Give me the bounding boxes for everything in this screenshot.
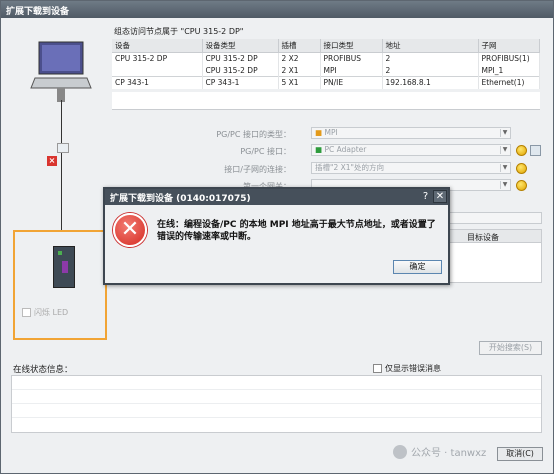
iface-label: PG/PC 接口：	[240, 147, 291, 156]
wechat-icon	[393, 444, 407, 459]
checkbox-icon	[373, 364, 382, 373]
cell: 2 X1	[278, 64, 321, 77]
col-header[interactable]: 地址	[382, 39, 479, 53]
properties-icon[interactable]	[516, 145, 527, 156]
errors-only-checkbox[interactable]: 仅显示错误消息	[373, 363, 441, 374]
plc-port	[62, 261, 68, 273]
table-row[interactable]: CPU 315-2 DP CPU 315-2 DP 2 X2 PROFIBUS …	[112, 52, 540, 65]
window-title: 扩展下载到设备	[6, 7, 70, 17]
chevron-down-icon: ▼	[500, 129, 509, 137]
table-row[interactable]: CP 343-1 CP 343-1 5 X1 PN/IE 192.168.8.1…	[112, 76, 540, 89]
cell: 2	[382, 64, 479, 77]
iface-type-select[interactable]: ■ MPI ▼	[311, 127, 511, 139]
chevron-down-icon: ▼	[500, 164, 509, 172]
connector-icon	[57, 143, 69, 153]
cell: Ethernet(1)	[478, 76, 540, 89]
cell: CP 343-1	[112, 76, 203, 89]
cell: PROFIBUS(1)	[478, 52, 540, 65]
nodes-caption: 组态访问节点属于 "CPU 315-2 DP"	[114, 27, 244, 36]
list-item	[12, 376, 541, 390]
dialog-titlebar: 扩展下载到设备 (0140:017075)	[105, 189, 448, 205]
blink-led-label: 闪烁 LED	[34, 308, 69, 317]
nodes-table-empty-area	[112, 92, 540, 110]
target-device-header: 目标设备	[449, 229, 542, 243]
nodes-table: 设备 设备类型 插槽 接口类型 地址 子网 CPU 315-2 DP CPU 3…	[112, 39, 540, 89]
chevron-down-icon: ▼	[500, 181, 509, 189]
diagnostics-icon[interactable]	[530, 145, 541, 156]
cell: 2	[382, 52, 479, 65]
close-icon[interactable]: ✕	[433, 190, 447, 203]
table-row[interactable]: CPU 315-2 DP 2 X1 MPI 2 MPI_1	[112, 64, 540, 77]
chevron-down-icon: ▼	[500, 146, 509, 154]
cell: CPU 315-2 DP	[202, 52, 279, 65]
blink-led-checkbox[interactable]: 闪烁 LED	[22, 307, 68, 318]
nodes-header-row: 设备 设备类型 插槽 接口类型 地址 子网	[112, 39, 540, 53]
ok-button[interactable]: 确定	[393, 260, 442, 274]
iface-select[interactable]: ■ PC Adapter ▼	[311, 144, 511, 156]
properties-icon[interactable]	[516, 180, 527, 191]
properties-icon[interactable]	[516, 163, 527, 174]
list-item	[12, 404, 541, 418]
col-header[interactable]: 插槽	[278, 39, 321, 53]
cell: PROFIBUS	[320, 52, 383, 65]
iface-type-label: PG/PC 接口的类型：	[216, 130, 291, 139]
subnet-conn-select[interactable]: 插槽"2 X1"处的方向 ▼	[311, 162, 511, 174]
start-search-button[interactable]: 开始搜索(S)	[479, 341, 542, 355]
watermark-text: 公众号 · tanwxz	[411, 448, 487, 459]
target-device-list	[449, 243, 542, 283]
target-device-box[interactable]: 闪烁 LED	[13, 230, 107, 340]
target-filter-select[interactable]	[440, 212, 542, 224]
col-header[interactable]: 接口类型	[320, 39, 383, 53]
subnet-conn-label: 接口/子网的连接：	[224, 165, 291, 174]
cell: MPI_1	[478, 64, 540, 77]
connection-error-icon: ×	[47, 156, 57, 166]
status-label: 在线状态信息：	[13, 365, 73, 375]
cell: MPI	[320, 64, 383, 77]
watermark: 公众号 · tanwxz	[393, 444, 486, 459]
pc-icon	[30, 41, 92, 102]
col-header[interactable]: 子网	[478, 39, 540, 53]
cell: 2 X2	[278, 52, 321, 65]
iface-value: PC Adapter	[324, 145, 367, 154]
dialog-title: 扩展下载到设备 (0140:017075)	[110, 194, 251, 204]
error-dialog: 扩展下载到设备 (0140:017075) ? ✕ ✕ 在线：编程设备/PC 的…	[103, 187, 450, 285]
plc-icon	[53, 246, 75, 288]
status-message-list	[11, 375, 542, 433]
dialog-message: 在线：编程设备/PC 的本地 MPI 地址高于最大节点地址，或者设置了错误的传输…	[157, 220, 436, 242]
cell: 192.168.8.1	[382, 76, 479, 89]
plc-led	[58, 251, 62, 255]
cell: CP 343-1	[202, 76, 279, 89]
col-header[interactable]: 设备类型	[202, 39, 279, 53]
cancel-button[interactable]: 取消(C)	[497, 447, 543, 461]
iface-type-value: MPI	[324, 128, 338, 137]
cell: PN/IE	[320, 76, 383, 89]
cell: CPU 315-2 DP	[112, 52, 203, 65]
subnet-conn-value: 插槽"2 X1"处的方向	[315, 163, 384, 172]
checkbox-icon	[22, 308, 31, 317]
window-titlebar: 扩展下载到设备	[1, 1, 553, 18]
cell: 5 X1	[278, 76, 321, 89]
cell: CPU 315-2 DP	[202, 64, 279, 77]
errors-only-label: 仅显示错误消息	[385, 364, 441, 373]
help-icon[interactable]: ?	[419, 190, 432, 203]
list-item	[12, 390, 541, 404]
col-header[interactable]: 设备	[112, 39, 203, 53]
cell	[112, 64, 203, 77]
error-icon: ✕	[113, 213, 147, 247]
